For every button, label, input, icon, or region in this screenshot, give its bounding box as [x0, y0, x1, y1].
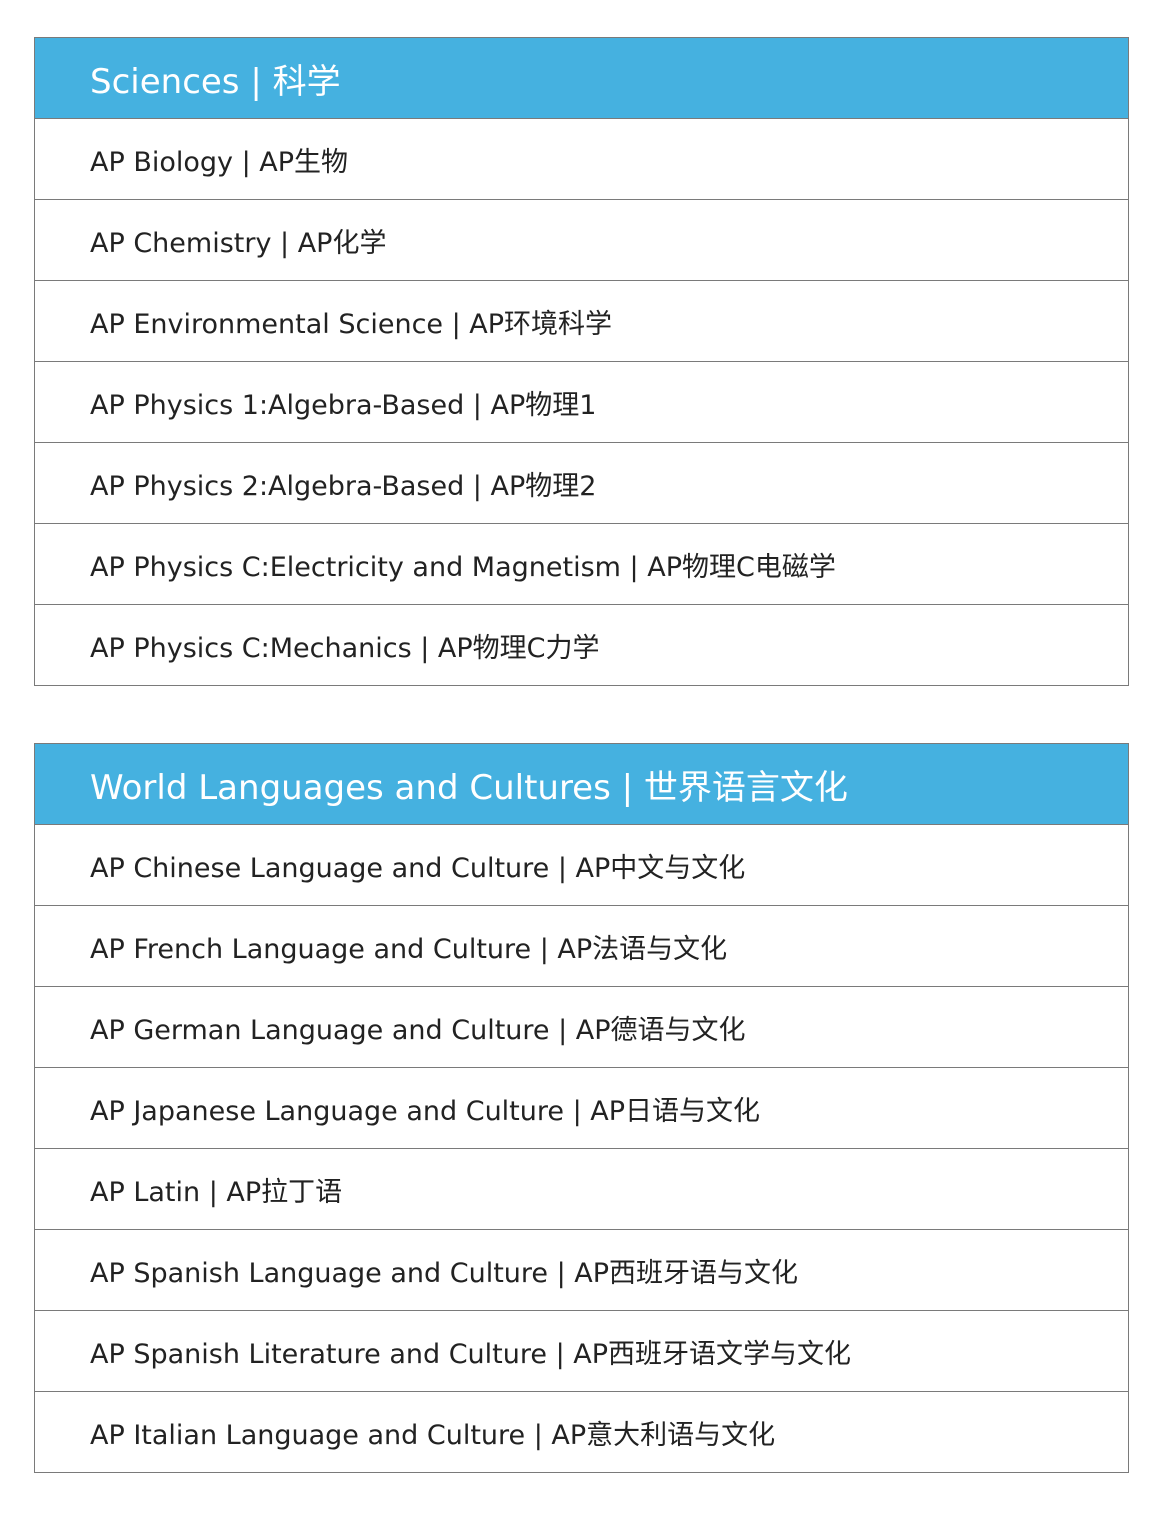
- course-name: AP Spanish Literature and Culture | AP西班…: [90, 1338, 851, 1370]
- table-row: AP Spanish Language and Culture | AP西班牙语…: [35, 1230, 1128, 1311]
- sciences-header: Sciences | 科学: [35, 38, 1128, 119]
- table-row: AP Biology | AP生物: [35, 119, 1128, 200]
- table-row: AP Chinese Language and Culture | AP中文与文…: [35, 825, 1128, 906]
- course-name: AP Italian Language and Culture | AP意大利语…: [90, 1419, 776, 1451]
- course-name: AP French Language and Culture | AP法语与文化: [90, 933, 728, 965]
- world-languages-table: World Languages and Cultures | 世界语言文化 AP…: [34, 743, 1129, 1473]
- table-row: AP Environmental Science | AP环境科学: [35, 281, 1128, 362]
- world-languages-title: World Languages and Cultures | 世界语言文化: [90, 767, 848, 808]
- course-name: AP Latin | AP拉丁语: [90, 1176, 343, 1208]
- course-name: AP Biology | AP生物: [90, 146, 349, 178]
- sciences-table: Sciences | 科学 AP Biology | AP生物 AP Chemi…: [34, 37, 1129, 686]
- table-row: AP Physics 1:Algebra-Based | AP物理1: [35, 362, 1128, 443]
- course-name: AP Environmental Science | AP环境科学: [90, 308, 613, 340]
- table-row: AP Physics 2:Algebra-Based | AP物理2: [35, 443, 1128, 524]
- table-row: AP Physics C:Mechanics | AP物理C力学: [35, 605, 1128, 685]
- course-name: AP Chemistry | AP化学: [90, 227, 387, 259]
- sciences-title: Sciences | 科学: [90, 61, 341, 102]
- course-name: AP Chinese Language and Culture | AP中文与文…: [90, 852, 746, 884]
- course-name: AP German Language and Culture | AP德语与文化: [90, 1014, 746, 1046]
- table-row: AP Japanese Language and Culture | AP日语与…: [35, 1068, 1128, 1149]
- course-name: AP Physics C:Mechanics | AP物理C力学: [90, 632, 600, 664]
- course-name: AP Spanish Language and Culture | AP西班牙语…: [90, 1257, 799, 1289]
- table-row: AP Chemistry | AP化学: [35, 200, 1128, 281]
- course-name: AP Physics 2:Algebra-Based | AP物理2: [90, 470, 597, 502]
- table-row: AP German Language and Culture | AP德语与文化: [35, 987, 1128, 1068]
- course-name: AP Physics 1:Algebra-Based | AP物理1: [90, 389, 597, 421]
- course-name: AP Japanese Language and Culture | AP日语与…: [90, 1095, 761, 1127]
- course-name: AP Physics C:Electricity and Magnetism |…: [90, 551, 836, 583]
- table-row: AP Physics C:Electricity and Magnetism |…: [35, 524, 1128, 605]
- table-row: AP Italian Language and Culture | AP意大利语…: [35, 1392, 1128, 1472]
- table-row: AP Spanish Literature and Culture | AP西班…: [35, 1311, 1128, 1392]
- world-languages-header: World Languages and Cultures | 世界语言文化: [35, 744, 1128, 825]
- table-row: AP French Language and Culture | AP法语与文化: [35, 906, 1128, 987]
- table-row: AP Latin | AP拉丁语: [35, 1149, 1128, 1230]
